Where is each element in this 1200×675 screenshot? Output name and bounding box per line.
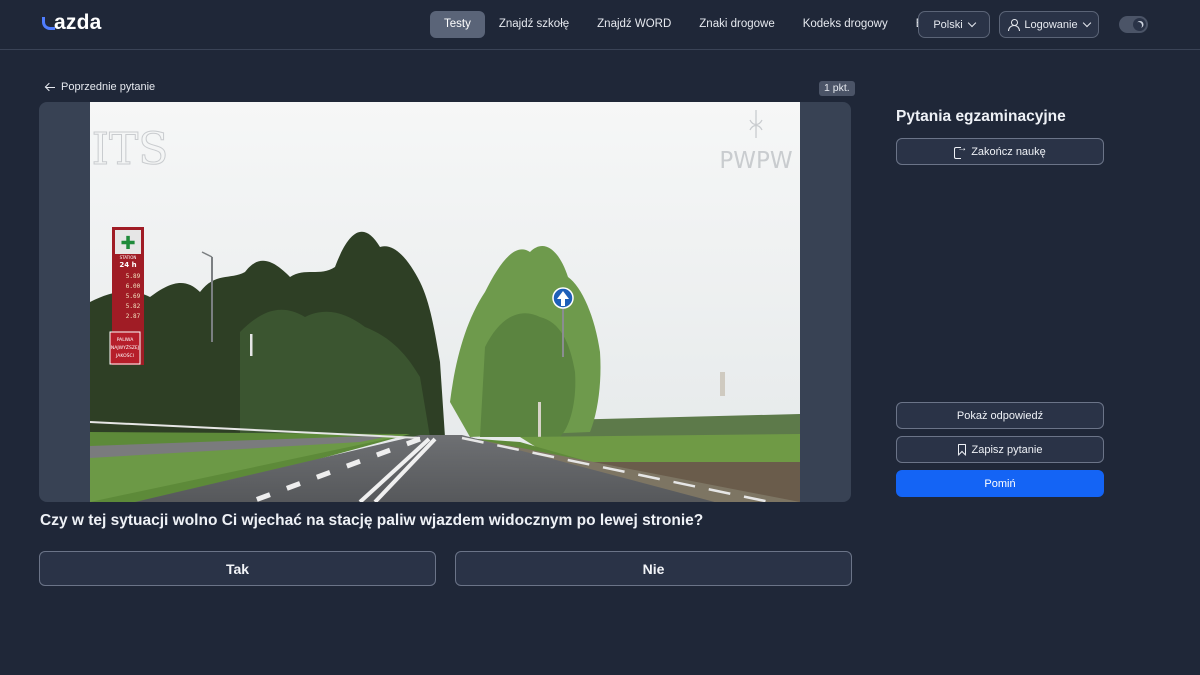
answer-no-button[interactable]: Nie [455, 551, 852, 586]
save-question-label: Zapisz pytanie [971, 443, 1043, 456]
svg-text:STATION: STATION [120, 255, 137, 260]
previous-question-link[interactable]: Poprzednie pytanie [45, 81, 155, 93]
language-select[interactable]: Polski [918, 11, 990, 38]
svg-text:2.87: 2.87 [126, 313, 141, 320]
end-learning-button[interactable]: Zakończ naukę [896, 138, 1104, 165]
svg-text:PALIWA: PALIWA [117, 337, 135, 343]
end-learning-label: Zakończ naukę [971, 145, 1046, 158]
logo-mark-icon [42, 15, 55, 31]
bookmark-icon [957, 444, 966, 455]
nav-item-znajdz-szkole[interactable]: Znajdź szkołę [485, 11, 583, 38]
points-badge: 1 pkt. [819, 81, 855, 96]
user-icon [1008, 19, 1021, 31]
top-navbar: azda Testy Znajdź szkołę Znajdź WORD Zna… [0, 0, 1200, 50]
exit-icon [954, 143, 967, 159]
nav-item-kodeks-drogowy[interactable]: Kodeks drogowy [789, 11, 902, 38]
sidebar-title: Pytania egzaminacyjne [896, 108, 1066, 125]
svg-text:✚: ✚ [120, 233, 135, 254]
question-image: ✚ STATION 24 h 5.89 6.00 5.69 5.82 2.87 … [90, 102, 800, 502]
save-question-button[interactable]: Zapisz pytanie [896, 436, 1104, 463]
svg-text:24 h: 24 h [119, 261, 136, 269]
show-answer-button[interactable]: Pokaż odpowiedź [896, 402, 1104, 429]
main-nav: Testy Znajdź szkołę Znajdź WORD Znaki dr… [430, 11, 953, 38]
language-label: Polski [933, 18, 963, 31]
login-button[interactable]: Logowanie [999, 11, 1099, 38]
fuel-price-pylon: ✚ STATION 24 h 5.89 6.00 5.69 5.82 2.87 … [109, 227, 144, 365]
svg-text:PWPW: PWPW [719, 148, 792, 174]
svg-text:ITS: ITS [92, 124, 169, 175]
moon-icon [1135, 22, 1142, 29]
logo[interactable]: azda [42, 11, 102, 35]
answer-yes-button[interactable]: Tak [39, 551, 436, 586]
previous-question-label: Poprzednie pytanie [61, 81, 156, 93]
nav-item-znaki-drogowe[interactable]: Znaki drogowe [685, 11, 788, 38]
theme-toggle[interactable] [1119, 16, 1148, 33]
login-label: Logowanie [1024, 18, 1078, 31]
nav-item-testy[interactable]: Testy [430, 11, 485, 38]
nav-item-znajdz-word[interactable]: Znajdź WORD [583, 11, 685, 38]
skip-button[interactable]: Pomiń [896, 470, 1104, 497]
arrow-left-icon [45, 83, 55, 91]
theme-toggle-knob [1133, 18, 1146, 31]
logo-text: azda [54, 11, 102, 34]
svg-text:NAJWYŻSZEJ: NAJWYŻSZEJ [111, 344, 139, 351]
svg-text:6.00: 6.00 [126, 283, 141, 290]
svg-text:5.82: 5.82 [126, 303, 141, 310]
svg-text:5.69: 5.69 [126, 293, 141, 300]
svg-text:5.89: 5.89 [126, 273, 141, 280]
svg-text:JAKOŚCI: JAKOŚCI [115, 352, 134, 359]
question-media: ✚ STATION 24 h 5.89 6.00 5.69 5.82 2.87 … [39, 102, 851, 502]
chevron-down-icon [967, 18, 976, 28]
question-text: Czy w tej sytuacji wolno Ci wjechać na s… [40, 512, 704, 529]
chevron-down-icon [1082, 18, 1091, 28]
